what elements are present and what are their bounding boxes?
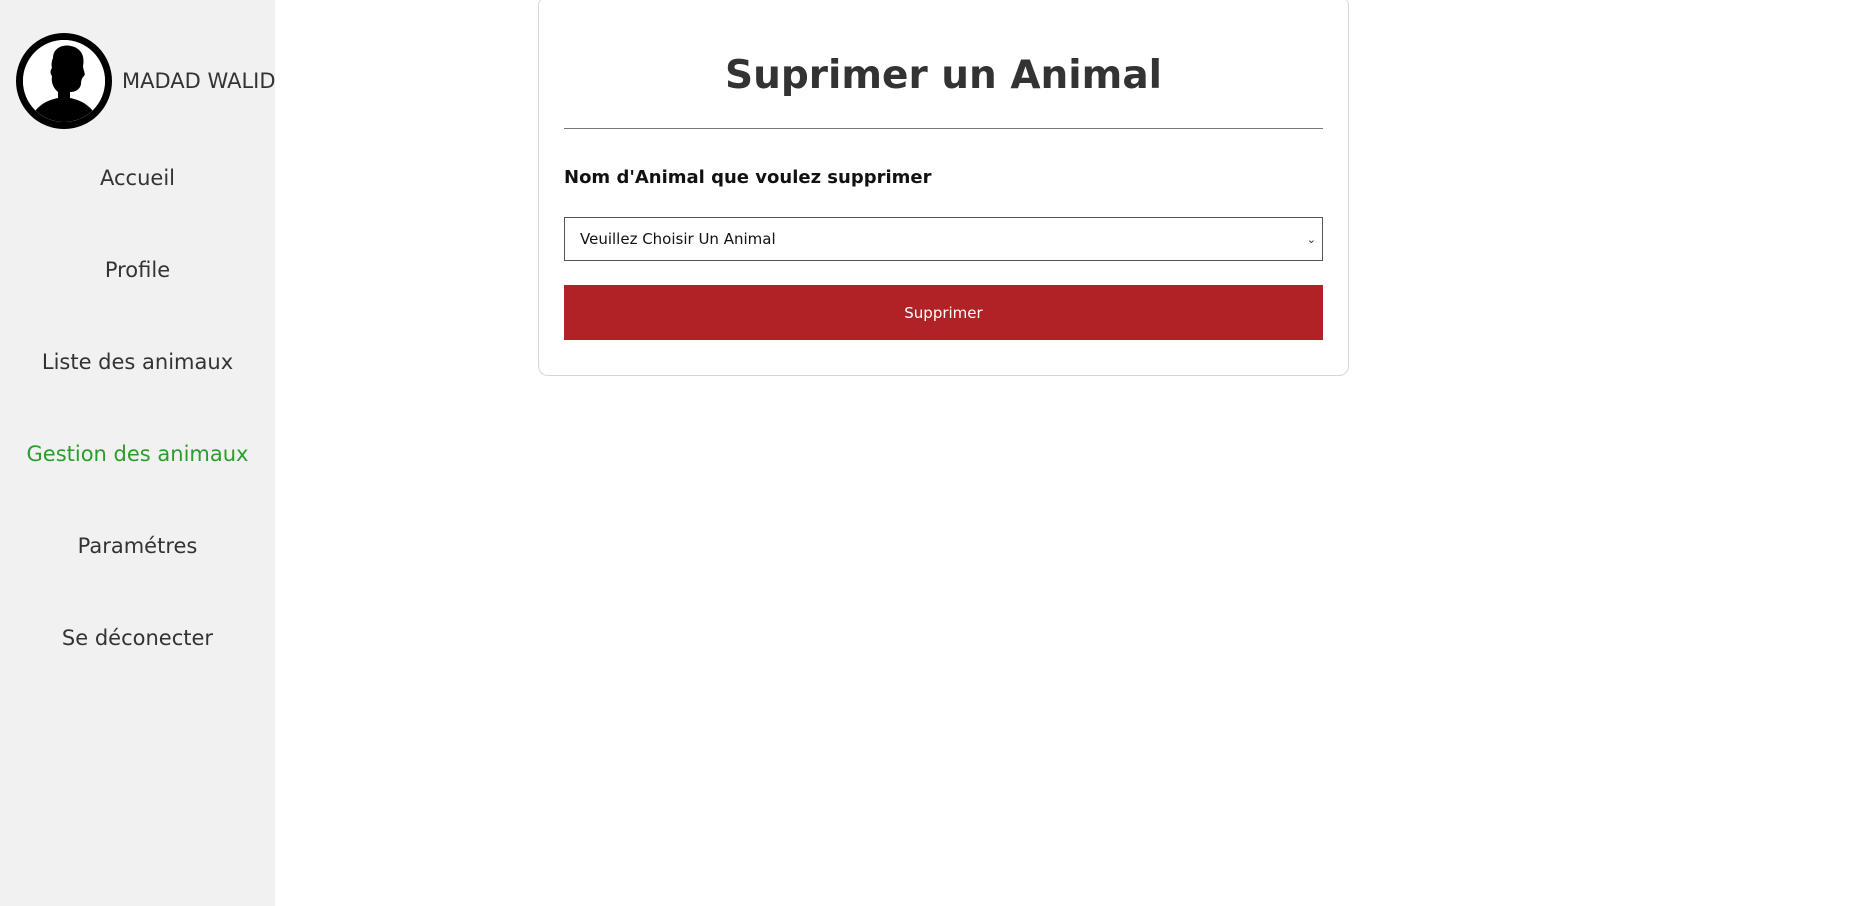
title-divider xyxy=(564,128,1323,129)
sidebar-item-gestion-des-animaux[interactable]: Gestion des animaux xyxy=(0,428,275,520)
avatar[interactable] xyxy=(16,33,112,129)
delete-button[interactable]: Supprimer xyxy=(564,285,1323,340)
animal-select-value: Veuillez Choisir Un Animal xyxy=(580,230,776,248)
sidebar: MADAD WALID Accueil Profile Liste des an… xyxy=(0,0,276,906)
delete-animal-card: Suprimer un Animal Nom d'Animal que voul… xyxy=(538,0,1349,376)
user-name: MADAD WALID xyxy=(122,69,276,93)
sidebar-item-liste-des-animaux[interactable]: Liste des animaux xyxy=(0,336,275,428)
sidebar-item-parametres[interactable]: Paramétres xyxy=(0,520,275,612)
sidebar-item-se-deconecter[interactable]: Se déconecter xyxy=(0,612,275,704)
animal-select[interactable]: Veuillez Choisir Un Animal ⌄ xyxy=(564,217,1323,261)
sidebar-nav: Accueil Profile Liste des animaux Gestio… xyxy=(0,152,275,704)
page-title: Suprimer un Animal xyxy=(724,53,1163,98)
sidebar-item-profile[interactable]: Profile xyxy=(0,244,275,336)
animal-name-label: Nom d'Animal que voulez supprimer xyxy=(564,167,932,188)
sidebar-item-accueil[interactable]: Accueil xyxy=(0,152,275,244)
user-profile: MADAD WALID xyxy=(16,33,276,129)
user-silhouette-icon xyxy=(23,40,105,122)
chevron-down-icon: ⌄ xyxy=(1306,232,1316,246)
